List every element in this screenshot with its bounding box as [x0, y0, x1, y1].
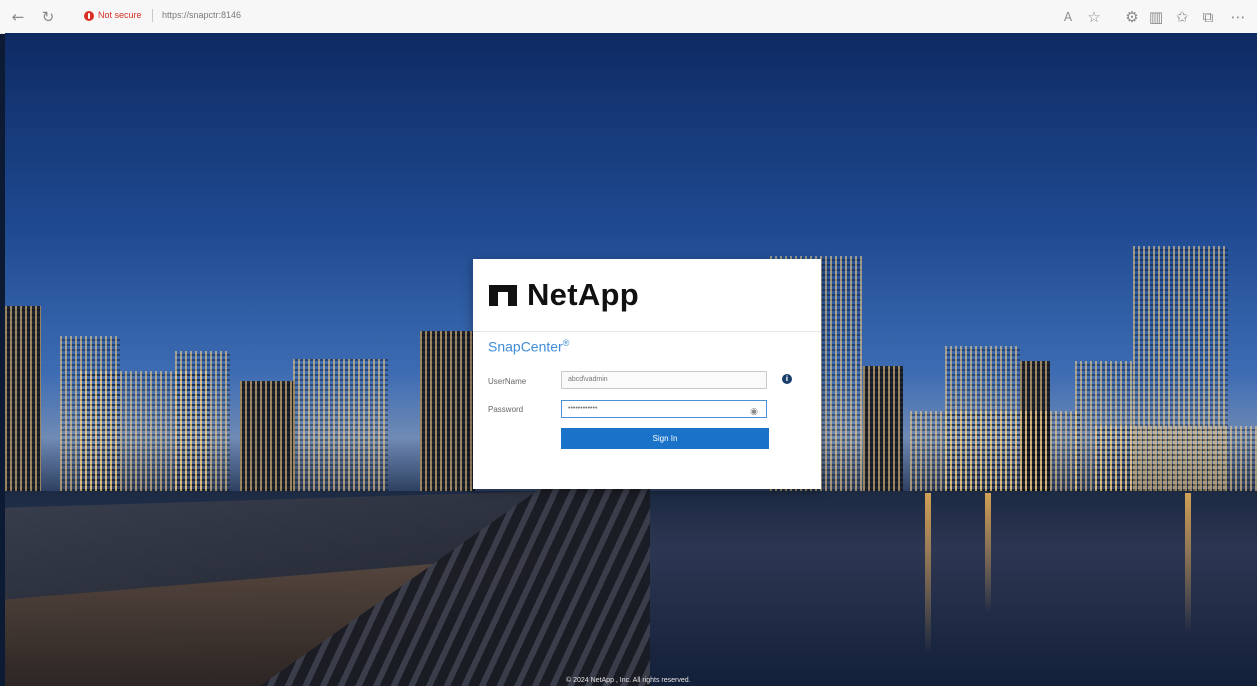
info-icon[interactable]: i	[782, 374, 792, 384]
password-value: ••••••••••••	[568, 405, 598, 412]
read-aloud-icon[interactable]: A	[1058, 7, 1078, 27]
more-icon[interactable]: ⋯	[1228, 7, 1248, 27]
split-screen-icon[interactable]: ▥	[1146, 7, 1166, 27]
sign-in-button[interactable]: Sign In	[561, 428, 769, 449]
building	[293, 359, 388, 491]
building	[910, 411, 1080, 491]
copyright-text: © 2024 NetApp , Inc. All rights reserved…	[566, 677, 691, 684]
building	[175, 351, 230, 491]
light-reflection	[985, 493, 991, 613]
favorite-icon[interactable]: ☆	[1084, 7, 1104, 27]
registered-mark: ®	[562, 338, 570, 348]
netapp-logo-icon	[489, 285, 517, 306]
brand-name: NetApp	[527, 277, 640, 312]
security-status[interactable]: Not secure	[98, 10, 142, 20]
reload-icon[interactable]: ↻	[38, 7, 58, 27]
settings-icon[interactable]: ⚙	[1122, 7, 1142, 27]
building	[420, 331, 475, 491]
building	[5, 306, 41, 491]
show-password-icon[interactable]: ◉	[750, 404, 758, 420]
collections-icon[interactable]: ⧉	[1198, 7, 1218, 27]
warning-icon[interactable]	[84, 11, 94, 21]
address-separator	[152, 9, 153, 22]
browser-toolbar: ← ↻ Not secure https://snapctr:8146 A ☆ …	[0, 0, 1257, 34]
favorites-bar-icon[interactable]: ✩	[1172, 7, 1192, 27]
username-value: abcd\vadmin	[568, 376, 608, 383]
product-name-text: SnapCenter	[488, 338, 563, 355]
password-label: Password	[488, 405, 524, 414]
username-label: UserName	[488, 377, 527, 386]
password-field[interactable]: •••••••••••• ◉	[561, 400, 767, 418]
light-reflection	[925, 493, 931, 653]
building	[1095, 426, 1257, 491]
back-arrow-icon[interactable]: ←	[8, 7, 28, 27]
login-card: NetApp SnapCenter® UserName abcd\vadmin …	[473, 259, 821, 489]
building	[863, 366, 903, 491]
product-name: SnapCenter®	[488, 338, 569, 355]
address-bar[interactable]: https://snapctr:8146	[162, 10, 241, 20]
header-divider	[473, 331, 821, 332]
building	[240, 381, 295, 491]
username-field[interactable]: abcd\vadmin	[561, 371, 767, 389]
light-reflection	[1185, 493, 1191, 633]
